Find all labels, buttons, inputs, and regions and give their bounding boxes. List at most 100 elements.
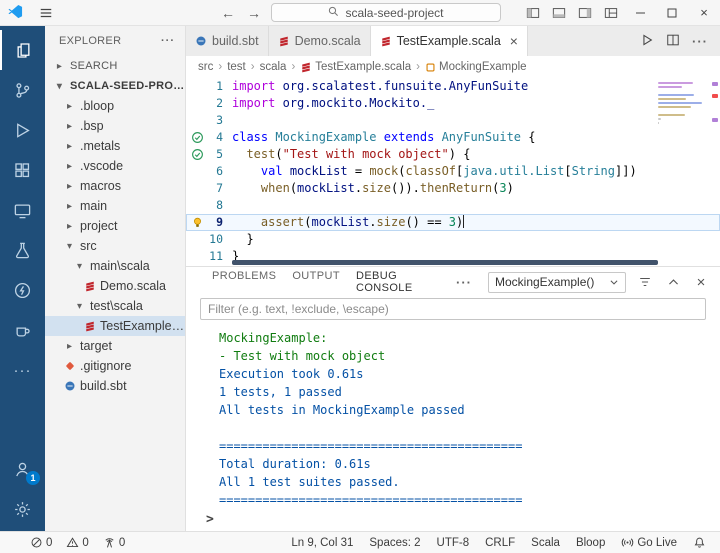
editor-more-actions-icon[interactable]: ··· (692, 34, 708, 49)
toggle-panel-icon[interactable] (546, 0, 572, 25)
customize-layout-icon[interactable] (598, 0, 624, 25)
minimap[interactable] (658, 80, 706, 124)
status-scala[interactable]: Scala (527, 537, 564, 549)
status-bell[interactable] (689, 536, 710, 549)
status-label: Bloop (575, 536, 606, 549)
code-line-7[interactable]: 7 when(mockList.size()).thenReturn(3) (186, 180, 720, 197)
status-go-live[interactable]: Go Live (617, 536, 681, 549)
code-line-4[interactable]: 4 class MockingExample extends AnyFunSuit… (186, 129, 720, 146)
console-filter-input[interactable] (200, 298, 706, 320)
test-pass-icon[interactable] (186, 148, 208, 161)
status-0[interactable]: 0 (99, 536, 129, 549)
breadcrumb-scala[interactable]: scala (260, 61, 287, 73)
tree-item-test-scala[interactable]: ▾ test\scala (45, 296, 185, 316)
breadcrumb-src[interactable]: src (198, 61, 213, 73)
overview-ruler-mark (712, 118, 718, 122)
command-center-search[interactable]: scala-seed-project (271, 3, 501, 22)
toggle-sidebar-icon[interactable] (520, 0, 546, 25)
test-pass-icon[interactable] (186, 131, 208, 144)
tree-item-testexample-scala[interactable]: TestExample.scala (45, 316, 185, 336)
tree-item-label: main\scala (90, 259, 150, 273)
status-crlf[interactable]: CRLF (481, 537, 519, 549)
tree-item-target[interactable]: ▸ target (45, 336, 185, 356)
overview-ruler-mark (712, 94, 718, 98)
toggle-secondary-sidebar-icon[interactable] (572, 0, 598, 25)
lightbulb-icon[interactable] (186, 216, 208, 229)
code-editor[interactable]: 1 import org.scalatest.funsuite.AnyFunSui… (186, 78, 720, 266)
activity-remote-explorer-icon[interactable] (0, 190, 45, 230)
horizontal-scrollbar[interactable] (232, 260, 658, 265)
panel-tab-debug-console[interactable]: DEBUG CONSOLE (355, 263, 440, 301)
breadcrumb-test[interactable]: test (227, 61, 246, 73)
scala-file-icon (83, 320, 96, 332)
panel-tabs: PROBLEMS OUTPUT DEBUG CONSOLE (212, 263, 440, 301)
maximize-panel-icon[interactable] (664, 272, 682, 292)
line-number: 8 (216, 198, 223, 212)
code-line-5[interactable]: 5 test("Test with mock object") { (186, 146, 720, 163)
code-line-2[interactable]: 2 import org.mockito.Mockito._ (186, 95, 720, 112)
activity-extensions-icon[interactable] (0, 150, 45, 190)
close-window-icon[interactable]: × (688, 0, 720, 25)
console-input-row[interactable]: > (186, 507, 720, 531)
tree-item-macros[interactable]: ▸ macros (45, 176, 185, 196)
status-ln-9-col-31[interactable]: Ln 9, Col 31 (287, 537, 357, 549)
activity-run-debug-icon[interactable] (0, 110, 45, 150)
panel-tab-output[interactable]: OUTPUT (292, 263, 340, 301)
menu-icon[interactable] (33, 0, 59, 25)
tab-testexample-scala[interactable]: TestExample.scala × (370, 26, 528, 56)
debug-console-output[interactable]: MockingExample: - Test with mock object Ex… (186, 325, 720, 507)
tree-item-src[interactable]: ▾ src (45, 236, 185, 256)
panel-more-actions-icon[interactable]: ··· (456, 275, 472, 290)
tree-item-search[interactable]: ▸ SEARCH (45, 56, 185, 76)
tab-demo-scala[interactable]: Demo.scala (268, 26, 371, 56)
tree-item-main-scala[interactable]: ▾ main\scala (45, 256, 185, 276)
filter-icon[interactable] (636, 272, 654, 292)
panel-tab-problems[interactable]: PROBLEMS (212, 263, 276, 301)
activity-more-icon[interactable]: ··· (0, 350, 45, 390)
maximize-icon[interactable] (656, 0, 688, 25)
tree-item-main[interactable]: ▸ main (45, 196, 185, 216)
minimap-line (658, 102, 702, 104)
status-utf-8[interactable]: UTF-8 (433, 537, 474, 549)
activity-metals-icon[interactable] (0, 270, 45, 310)
code-line-8[interactable]: 8 (186, 197, 720, 214)
code-line-1[interactable]: 1 import org.scalatest.funsuite.AnyFunSui… (186, 78, 720, 95)
activity-testing-icon[interactable] (0, 230, 45, 270)
tree-item-bloop[interactable]: ▸ .bloop (45, 96, 185, 116)
close-tab-icon[interactable]: × (510, 34, 518, 48)
status-0[interactable]: 0 (62, 536, 92, 549)
tree-item-project[interactable]: ▸ project (45, 216, 185, 236)
code-line-6[interactable]: 6 val mockList = mock(classOf[java.util.… (186, 163, 720, 180)
activity-explorer-icon[interactable] (0, 30, 45, 70)
breadcrumb-testexample-scala[interactable]: TestExample.scala (300, 61, 411, 73)
code-line-9[interactable]: 9 assert(mockList.size() == 3) (186, 214, 720, 231)
split-editor-icon[interactable] (666, 33, 680, 50)
tree-item-metals[interactable]: ▸ .metals (45, 136, 185, 156)
run-file-icon[interactable] (640, 33, 654, 50)
tree-item-demo-scala[interactable]: Demo.scala (45, 276, 185, 296)
code-line-10[interactable]: 10 } (186, 231, 720, 248)
code-line-3[interactable]: 3 (186, 112, 720, 129)
tree-item-gitignore[interactable]: .gitignore (45, 356, 185, 376)
minimize-icon[interactable] (624, 0, 656, 25)
chevron-down-icon: ▾ (76, 260, 83, 272)
forward-icon[interactable]: → (245, 5, 263, 21)
debug-session-dropdown[interactable]: MockingExample() (488, 271, 626, 293)
tree-item-scala-seed-project[interactable]: ▾ SCALA-SEED-PROJECT (45, 76, 185, 96)
settings-gear-icon[interactable] (0, 489, 45, 529)
explorer-more-actions-icon[interactable]: ··· (161, 35, 175, 47)
tree-item-build-sbt[interactable]: build.sbt (45, 376, 185, 396)
back-icon[interactable]: ← (219, 5, 237, 21)
minimap-line (658, 118, 661, 120)
tree-item-vscode[interactable]: ▸ .vscode (45, 156, 185, 176)
tab-build-sbt[interactable]: build.sbt (186, 26, 269, 56)
close-panel-icon[interactable]: × (692, 272, 710, 292)
status-bloop[interactable]: Bloop (572, 537, 609, 549)
activity-containers-icon[interactable] (0, 310, 45, 350)
accounts-icon[interactable]: 1 (0, 449, 45, 489)
activity-source-control-icon[interactable] (0, 70, 45, 110)
status-0[interactable]: 0 (26, 536, 56, 549)
tree-item-bsp[interactable]: ▸ .bsp (45, 116, 185, 136)
breadcrumb-mockingexample[interactable]: MockingExample (425, 61, 527, 73)
status-spaces-2[interactable]: Spaces: 2 (365, 537, 424, 549)
